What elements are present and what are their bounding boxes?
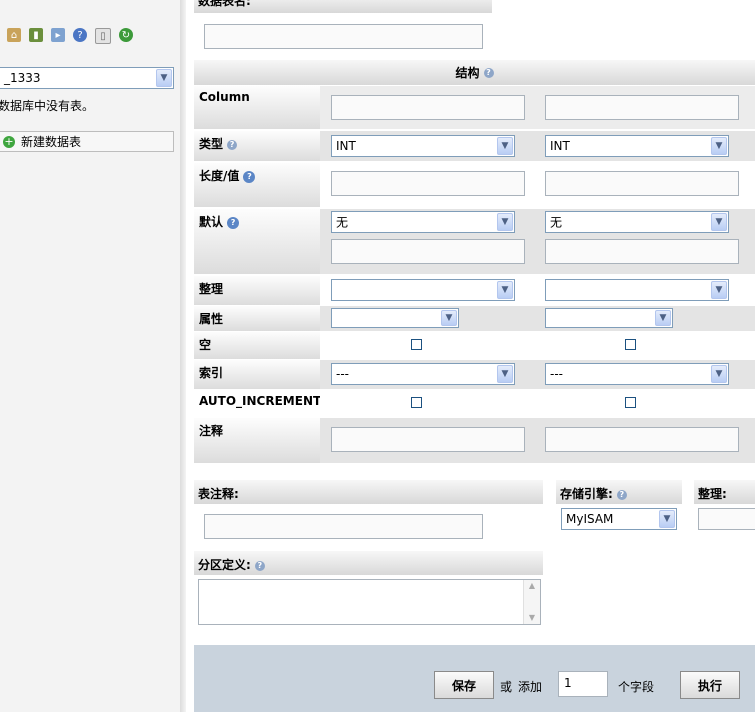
table-name-input[interactable] xyxy=(204,24,483,49)
database-select-value: _1333 xyxy=(4,71,41,85)
help-icon[interactable]: ? xyxy=(616,489,627,500)
type-select-1-value: INT xyxy=(336,139,356,153)
comment-input-1[interactable] xyxy=(331,427,525,452)
field-name-input-2[interactable] xyxy=(545,95,739,120)
collation-select-2[interactable]: ▼ xyxy=(545,279,729,301)
chevron-down-icon: ▼ xyxy=(659,510,675,528)
attributes-select-2[interactable]: ▼ xyxy=(545,308,673,328)
table-comment-label: 表注释: xyxy=(194,480,543,504)
table-comment-input[interactable] xyxy=(204,514,483,539)
partition-label: 分区定义: xyxy=(198,558,251,572)
frame-splitter[interactable] xyxy=(180,0,186,712)
default-label: 默认 xyxy=(199,215,224,229)
row-bg-auto-increment xyxy=(320,390,755,417)
row-label-comment: 注释 xyxy=(194,418,320,463)
attributes-select-1[interactable]: ▼ xyxy=(331,308,459,328)
exit-icon[interactable]: ▮ xyxy=(29,28,43,42)
structure-header: 结构? xyxy=(194,60,755,85)
index-select-2[interactable]: --- ▼ xyxy=(545,363,729,385)
chevron-down-icon: ▼ xyxy=(711,281,727,299)
index-select-2-value: --- xyxy=(550,367,563,381)
chevron-down-icon: ▼ xyxy=(497,137,513,155)
length-label: 长度/值 xyxy=(199,169,240,183)
chevron-down-icon: ▼ xyxy=(497,365,513,383)
comment-input-2[interactable] xyxy=(545,427,739,452)
chevron-down-icon: ▼ xyxy=(441,310,457,326)
row-label-index: 索引 xyxy=(194,360,320,389)
length-input-2[interactable] xyxy=(545,171,739,196)
chevron-down-icon: ▼ xyxy=(711,137,727,155)
row-bg-null xyxy=(320,332,755,359)
add-text: 添加 xyxy=(518,680,543,694)
row-label-length: 长度/值? xyxy=(194,163,320,207)
query-icon[interactable]: ▸ xyxy=(51,28,65,42)
reload-icon[interactable]: ↻ xyxy=(119,28,133,42)
row-label-column: Column xyxy=(194,86,320,129)
structure-header-label: 结构 xyxy=(455,66,480,80)
auto-increment-checkbox-1[interactable] xyxy=(411,397,422,408)
partition-header: 分区定义:? xyxy=(194,551,543,575)
chevron-down-icon: ▼ xyxy=(497,213,513,231)
scroll-up-icon[interactable]: ▲ xyxy=(524,580,540,592)
default-value-input-2[interactable] xyxy=(545,239,739,264)
help-icon[interactable]: ? xyxy=(483,67,494,78)
table-name-label: 数据表名: xyxy=(194,0,492,13)
no-tables-text: 数据库中没有表。 xyxy=(0,99,95,113)
storage-engine-select[interactable]: MyISAM ▼ xyxy=(561,508,677,530)
row-label-null: 空 xyxy=(194,332,320,359)
new-table-link[interactable]: + 新建数据表 xyxy=(0,131,174,152)
table-collation-label: 整理: xyxy=(694,480,755,504)
docs-icon[interactable]: ▯ xyxy=(95,28,111,44)
row-label-auto-increment: AUTO_INCREMENT xyxy=(194,390,321,417)
index-select-1[interactable]: --- ▼ xyxy=(331,363,515,385)
type-select-2-value: INT xyxy=(550,139,570,153)
default-select-2-value: 无 xyxy=(550,215,563,230)
storage-engine-header: 存储引擎:? xyxy=(556,480,682,504)
sidebar-toolbar: ⌂ ▮ ▸ ? ▯ ↻ xyxy=(7,28,133,44)
auto-increment-checkbox-2[interactable] xyxy=(625,397,636,408)
database-select[interactable]: _1333 ▼ xyxy=(0,67,174,89)
partition-textarea[interactable]: ▲ ▼ xyxy=(198,579,541,625)
index-select-1-value: --- xyxy=(336,367,349,381)
chevron-down-icon: ▼ xyxy=(655,310,671,326)
help-icon[interactable]: ? xyxy=(227,139,238,150)
type-select-1[interactable]: INT ▼ xyxy=(331,135,515,157)
add-fields-count-input[interactable]: 1 xyxy=(558,671,608,697)
fields-text: 个字段 xyxy=(618,680,655,694)
new-table-label: 新建数据表 xyxy=(21,135,82,149)
scroll-down-icon[interactable]: ▼ xyxy=(524,612,540,624)
default-select-1-value: 无 xyxy=(336,215,349,230)
default-value-input-1[interactable] xyxy=(331,239,525,264)
chevron-down-icon: ▼ xyxy=(497,281,513,299)
add-icon: + xyxy=(3,134,15,148)
default-select-1[interactable]: 无 ▼ xyxy=(331,211,515,233)
null-checkbox-1[interactable] xyxy=(411,339,422,350)
chevron-down-icon: ▼ xyxy=(711,365,727,383)
help-icon[interactable]: ? xyxy=(243,170,256,183)
help-icon[interactable]: ? xyxy=(73,28,87,42)
null-checkbox-2[interactable] xyxy=(625,339,636,350)
chevron-down-icon: ▼ xyxy=(156,69,172,87)
field-name-input-1[interactable] xyxy=(331,95,525,120)
type-label: 类型 xyxy=(199,137,224,151)
textarea-scrollbar[interactable]: ▲ ▼ xyxy=(523,580,540,624)
row-label-type: 类型? xyxy=(194,131,320,161)
type-select-2[interactable]: INT ▼ xyxy=(545,135,729,157)
table-collation-select[interactable] xyxy=(698,508,755,530)
storage-engine-label: 存储引擎: xyxy=(560,487,613,501)
row-label-attributes: 属性 xyxy=(194,306,320,331)
collation-select-1[interactable]: ▼ xyxy=(331,279,515,301)
or-text: 或 xyxy=(500,680,513,694)
storage-engine-select-value: MyISAM xyxy=(566,512,614,526)
chevron-down-icon: ▼ xyxy=(711,213,727,231)
go-button[interactable]: 执行 xyxy=(680,671,740,699)
help-icon[interactable]: ? xyxy=(254,560,265,571)
save-button[interactable]: 保存 xyxy=(434,671,494,699)
help-icon[interactable]: ? xyxy=(227,216,240,229)
default-select-2[interactable]: 无 ▼ xyxy=(545,211,729,233)
row-label-collation: 整理 xyxy=(194,276,320,305)
home-icon[interactable]: ⌂ xyxy=(7,28,21,42)
row-label-default: 默认? xyxy=(194,209,320,274)
length-input-1[interactable] xyxy=(331,171,525,196)
